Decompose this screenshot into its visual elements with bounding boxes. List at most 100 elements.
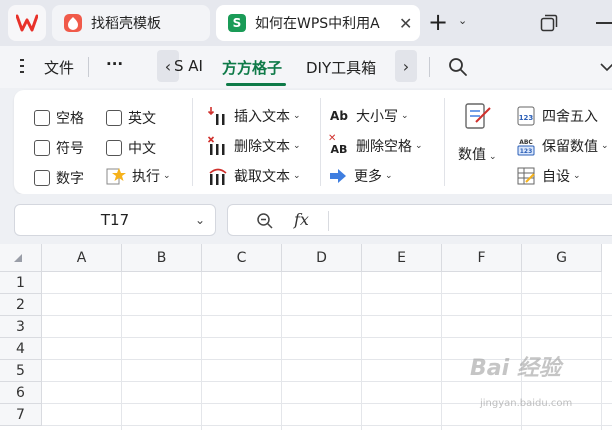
keep-value-label: 保留数值 bbox=[542, 139, 598, 155]
remove-space-label: 删除空格 bbox=[356, 139, 412, 155]
close-tab-icon[interactable]: ✕ bbox=[399, 14, 412, 33]
number-value-button[interactable]: 数值 ⌄ bbox=[458, 102, 497, 164]
extract-text-button[interactable]: 截取文本 ⌄ bbox=[208, 166, 301, 186]
checkbox-label: 中文 bbox=[128, 141, 156, 157]
remove-mark-icon: ✕ bbox=[328, 133, 337, 144]
new-tab-dropdown-icon[interactable]: ⌄ bbox=[458, 14, 467, 27]
active-tab-indicator bbox=[226, 83, 286, 86]
ribbon-divider bbox=[320, 98, 321, 186]
checkbox-space[interactable]: 空格 bbox=[34, 108, 84, 128]
table-row[interactable] bbox=[42, 294, 612, 316]
scroll-right-icon[interactable]: › bbox=[395, 50, 417, 82]
table-row[interactable] bbox=[42, 272, 612, 294]
column-header[interactable]: D bbox=[282, 244, 362, 272]
delete-text-button[interactable]: 删除文本 ⌄ bbox=[208, 136, 301, 156]
execute-label: 执行 bbox=[132, 169, 160, 185]
chevron-down-icon: ⌄ bbox=[573, 171, 581, 181]
menu-ai[interactable]: S AI bbox=[174, 57, 203, 75]
more-menu-icon[interactable]: ··· bbox=[106, 55, 123, 73]
chevron-down-icon: ⌄ bbox=[401, 111, 409, 121]
chevron-down-icon: ⌄ bbox=[601, 141, 609, 151]
docer-icon bbox=[64, 14, 82, 32]
row-header[interactable]: 1 bbox=[0, 272, 42, 294]
row-header[interactable]: 5 bbox=[0, 360, 42, 382]
select-all-icon bbox=[14, 254, 22, 262]
tab-current-document[interactable]: S 如何在WPS中利用A ✕ bbox=[216, 5, 420, 41]
fx-icon[interactable]: fx bbox=[294, 210, 309, 229]
checkbox-chinese[interactable]: 中文 bbox=[106, 138, 156, 158]
round-icon: 123 bbox=[516, 106, 536, 126]
remove-space-button[interactable]: ✕ AB 删除空格 ⌄ bbox=[328, 133, 423, 156]
chevron-down-icon: ⌄ bbox=[293, 141, 301, 151]
checkbox-label: 数字 bbox=[56, 171, 84, 187]
insert-text-icon bbox=[208, 106, 228, 126]
table-row[interactable] bbox=[42, 316, 612, 338]
checkbox-box[interactable] bbox=[34, 140, 50, 156]
checkbox-number[interactable]: 数字 bbox=[34, 168, 84, 188]
column-header[interactable]: F bbox=[442, 244, 522, 272]
column-header[interactable]: B bbox=[122, 244, 202, 272]
row-header[interactable]: 6 bbox=[0, 382, 42, 404]
restore-window-icon[interactable] bbox=[540, 14, 558, 32]
checkbox-english[interactable]: 英文 bbox=[106, 108, 156, 128]
spreadsheet-icon: S bbox=[228, 14, 246, 32]
execute-button[interactable]: 执行 ⌄ bbox=[106, 166, 171, 186]
number-value-label: 数值 ⌄ bbox=[458, 147, 497, 163]
more-button[interactable]: 更多 ⌄ bbox=[328, 166, 393, 186]
menu-file[interactable]: 文件 bbox=[44, 57, 74, 78]
insert-text-button[interactable]: 插入文本 ⌄ bbox=[208, 106, 301, 126]
chevron-down-icon: ⌄ bbox=[293, 171, 301, 181]
watermark: Bai 经验 bbox=[470, 356, 561, 381]
name-box[interactable]: T17 ⌄ bbox=[14, 204, 216, 236]
column-header[interactable]: A bbox=[42, 244, 122, 272]
checkbox-symbol[interactable]: 符号 bbox=[34, 138, 84, 158]
tab-docer-templates[interactable]: 找稻壳模板 bbox=[52, 5, 210, 41]
column-header[interactable]: G bbox=[522, 244, 602, 272]
menu-diy-toolbox[interactable]: DIY工具箱 bbox=[306, 57, 376, 78]
custom-label: 自设 bbox=[542, 169, 570, 185]
row-header[interactable]: 7 bbox=[0, 404, 42, 426]
formula-input[interactable]: fx bbox=[227, 204, 612, 236]
round-button[interactable]: 123 四舍五入 bbox=[516, 106, 598, 126]
row-header[interactable]: 4 bbox=[0, 338, 42, 360]
new-tab-button[interactable]: + bbox=[428, 8, 448, 36]
select-all-corner[interactable] bbox=[0, 244, 42, 272]
row-header[interactable]: 3 bbox=[0, 316, 42, 338]
extract-text-label: 截取文本 bbox=[234, 169, 290, 185]
menu-divider bbox=[429, 57, 430, 77]
column-header[interactable]: E bbox=[362, 244, 442, 272]
tab-label: 如何在WPS中利用A bbox=[255, 16, 380, 32]
checkbox-box[interactable] bbox=[106, 110, 122, 126]
zoom-formula-icon[interactable] bbox=[256, 212, 274, 230]
hamburger-icon[interactable] bbox=[20, 59, 24, 73]
watermark-url: jingyan.baidu.com bbox=[480, 398, 573, 409]
ribbon-divider bbox=[444, 98, 445, 186]
custom-button[interactable]: 自设 ⌄ bbox=[516, 166, 581, 186]
delete-text-label: 删除文本 bbox=[234, 139, 290, 155]
checkbox-box[interactable] bbox=[34, 110, 50, 126]
checkbox-box[interactable] bbox=[106, 140, 122, 156]
keep-value-button[interactable]: ABC 123 保留数值 ⌄ bbox=[516, 136, 609, 156]
menu-fangfanggezi[interactable]: 方方格子 bbox=[222, 57, 282, 78]
menu-divider bbox=[88, 57, 89, 77]
column-header[interactable]: C bbox=[202, 244, 282, 272]
chevron-down-icon: ⌄ bbox=[293, 111, 301, 121]
formula-divider bbox=[328, 211, 329, 231]
case-button[interactable]: Ab 大小写 ⌄ bbox=[328, 106, 409, 126]
ribbon-divider bbox=[192, 98, 193, 186]
checkbox-label: 空格 bbox=[56, 111, 84, 127]
checkbox-box[interactable] bbox=[34, 170, 50, 186]
search-icon[interactable] bbox=[448, 57, 468, 77]
number-value-icon bbox=[465, 103, 491, 129]
round-label: 四舍五入 bbox=[542, 109, 598, 125]
row-header[interactable]: 2 bbox=[0, 294, 42, 316]
wps-logo[interactable] bbox=[8, 5, 46, 41]
minimize-icon[interactable] bbox=[596, 22, 612, 24]
case-label: 大小写 bbox=[356, 109, 398, 125]
svg-text:123: 123 bbox=[519, 114, 534, 122]
ribbon-collapse-icon[interactable] bbox=[600, 60, 612, 74]
extract-text-icon bbox=[208, 166, 228, 186]
tab-bar: 找稻壳模板 S 如何在WPS中利用A ✕ + ⌄ bbox=[0, 0, 612, 46]
chevron-down-icon: ⌄ bbox=[415, 141, 423, 151]
chevron-down-icon[interactable]: ⌄ bbox=[195, 213, 205, 227]
